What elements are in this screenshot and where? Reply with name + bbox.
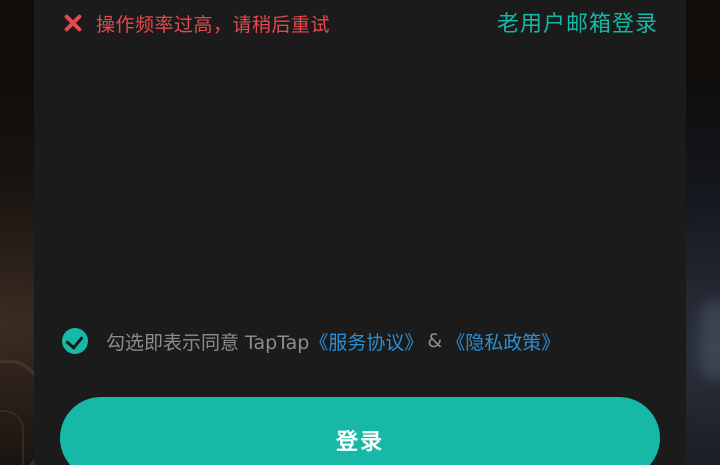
background-decoration-left-inner: [0, 410, 24, 465]
agreement-ampersand: &: [427, 330, 443, 352]
login-button[interactable]: 登录: [60, 397, 660, 465]
login-screen: 操作频率过高，请稍后重试 老用户邮箱登录 勾选即表示同意 TapTap 《服务协…: [0, 0, 720, 465]
login-button-label: 登录: [335, 430, 384, 455]
background-decoration-right: [700, 300, 720, 380]
agreement-prefix-text: 勾选即表示同意 TapTap: [106, 331, 310, 354]
service-agreement-link[interactable]: 《服务协议》: [309, 328, 423, 355]
email-login-link[interactable]: 老用户邮箱登录: [497, 6, 658, 38]
agreement-checkbox[interactable]: [62, 328, 88, 354]
login-panel: 操作频率过高，请稍后重试 老用户邮箱登录 勾选即表示同意 TapTap 《服务协…: [34, 0, 686, 465]
error-message-row: 操作频率过高，请稍后重试: [62, 8, 330, 38]
error-message: 操作频率过高，请稍后重试: [96, 13, 331, 36]
agreement-row: 勾选即表示同意 TapTap 《服务协议》 & 《隐私政策》: [62, 326, 560, 356]
close-x-icon: [62, 12, 84, 34]
privacy-policy-link[interactable]: 《隐私政策》: [446, 328, 560, 355]
